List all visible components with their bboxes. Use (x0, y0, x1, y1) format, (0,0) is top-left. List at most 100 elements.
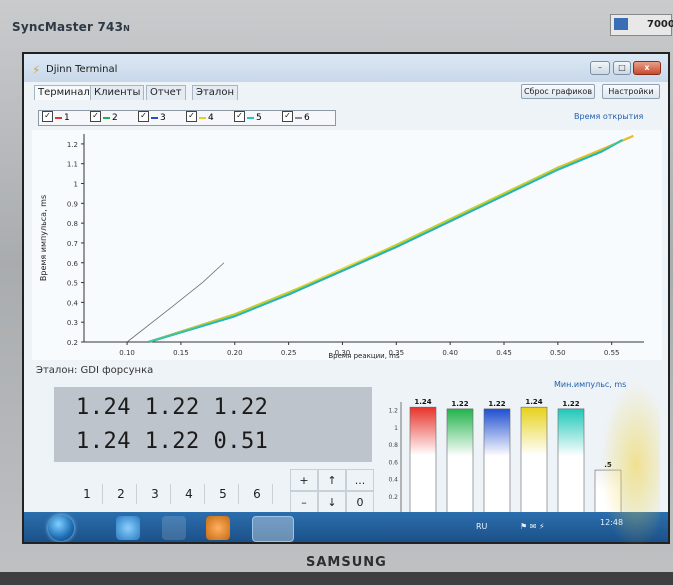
bar-5 (557, 408, 585, 515)
y-tick-label: 0.5 (67, 280, 78, 288)
series-swatch (247, 116, 254, 119)
x-tick-label: 0.10 (119, 349, 135, 357)
bar-value-label: .5 (604, 461, 612, 469)
minimize-button[interactable]: – (590, 61, 610, 75)
series-toggle-bar: ✓ 1 ✓ 2 ✓ 3 ✓ 4 ✓ 5 ✓ 6 (38, 110, 336, 126)
y-axis-label: Время импульса, ms (39, 195, 48, 281)
injector-button-1[interactable]: 1 (72, 484, 103, 504)
y-tick-label: 0.8 (67, 220, 78, 228)
x-tick-label: 0.55 (604, 349, 620, 357)
more-button[interactable]: ... (346, 469, 374, 491)
series-swatch (199, 116, 206, 119)
injector-button-4[interactable]: 4 (174, 484, 205, 504)
y-tick-label: 0.6 (67, 260, 79, 268)
language-indicator[interactable]: RU (476, 522, 487, 531)
bar-y-tick-label: 0.8 (388, 442, 398, 449)
arrow-down-icon[interactable]: ↓ (318, 491, 346, 513)
x-tick-label: 0.20 (227, 349, 243, 357)
injector-button-2[interactable]: 2 (106, 484, 137, 504)
series-swatch (103, 116, 110, 119)
arrow-up-icon[interactable]: ↑ (318, 469, 346, 491)
y-tick-label: 1 (74, 181, 78, 189)
bar-value-label: 1.22 (562, 400, 579, 408)
tab-clients[interactable]: Клиенты (90, 85, 145, 100)
zoom-out-button[interactable]: – (290, 491, 318, 513)
checkbox-icon[interactable]: ✓ (90, 111, 101, 122)
series-swatch (295, 116, 302, 119)
media-player-icon[interactable] (206, 516, 230, 540)
injector-button-6[interactable]: 6 (242, 484, 273, 504)
tray-icons: ⚑ ✉ ⚡ (520, 522, 545, 531)
reset-zero-button[interactable]: 0 (346, 491, 374, 513)
x-tick-label: 0.50 (550, 349, 566, 357)
bar-y-tick-label: 0.6 (388, 459, 398, 466)
start-button[interactable] (48, 515, 74, 541)
checkbox-icon[interactable]: ✓ (186, 111, 197, 122)
injector-button-5[interactable]: 5 (208, 484, 239, 504)
sticker-badge: 7000 (610, 14, 673, 36)
checkbox-icon[interactable]: ✓ (42, 111, 53, 122)
series-toggle-4[interactable]: ✓ 4 (186, 111, 214, 124)
bar-y-tick-label: 0.4 (388, 477, 398, 484)
checkbox-icon[interactable]: ✓ (234, 111, 245, 122)
monitor-stand (0, 572, 673, 585)
series-toggle-1[interactable]: ✓ 1 (42, 111, 70, 124)
bar-y-tick-label: 0.2 (388, 494, 398, 501)
close-button[interactable]: x (633, 61, 661, 75)
taskbar: RU ⚑ ✉ ⚡ 12:48 (24, 512, 668, 542)
bar-3 (483, 408, 511, 515)
etalon-label: Эталон: GDI форсунка (36, 365, 154, 376)
window-titlebar: ⚡ Djinn Terminal – □ x (24, 54, 668, 82)
y-tick-label: 0.3 (67, 319, 78, 327)
y-tick-label: 1.1 (67, 161, 78, 169)
series-toggle-5[interactable]: ✓ 5 (234, 111, 262, 124)
screen: ⚡ Djinn Terminal – □ x Терминал Клиенты … (22, 52, 670, 544)
bar-value-label: 1.22 (488, 400, 505, 408)
bar-4 (520, 406, 548, 515)
monitor-model: SyncMaster 743N (12, 20, 131, 34)
line-chart: 0.10 0.15 0.20 0.25 0.30 0.35 0.40 0.45 0.50 0.55… (32, 130, 662, 360)
brand-logo: SAMSUNG (306, 555, 387, 570)
maximize-button[interactable]: □ (613, 61, 631, 75)
readout-row-2: 1.24 1.22 0.51 (76, 429, 269, 454)
y-tick-label: 0.2 (67, 339, 78, 347)
x-tick-label: 0.15 (173, 349, 189, 357)
bar-chart: 1.2 1 0.8 0.6 0.4 0.2 1.24 1.22 1.22 1.24 1.22 .5 (388, 398, 622, 515)
lightning-icon: ⚡ (32, 63, 41, 77)
checkbox-icon[interactable]: ✓ (138, 111, 149, 122)
y-tick-label: 1.2 (67, 141, 78, 149)
settings-button[interactable]: Настройки (602, 84, 660, 99)
x-tick-label: 0.25 (281, 349, 297, 357)
series-toggle-2[interactable]: ✓ 2 (90, 111, 118, 124)
y-tick-label: 0.4 (67, 299, 79, 307)
y-tick-label: 0.7 (67, 240, 78, 248)
readout-panel: 1.24 1.22 1.22 1.24 1.22 0.51 (54, 387, 372, 462)
checkbox-icon[interactable]: ✓ (282, 111, 293, 122)
zoom-in-button[interactable]: + (290, 469, 318, 491)
readout-row-1: 1.24 1.22 1.22 (76, 395, 269, 420)
chart-title: Время открытия (574, 112, 644, 121)
y-tick-label: 0.9 (67, 200, 78, 208)
reset-charts-button[interactable]: Сброс графиков (521, 84, 595, 99)
bar-value-label: 1.24 (414, 398, 431, 406)
window-title: Djinn Terminal (46, 64, 118, 75)
x-tick-label: 0.45 (496, 349, 512, 357)
browser-icon[interactable] (116, 516, 140, 540)
bar-y-tick-label: 1 (394, 425, 398, 432)
bar-value-label: 1.22 (451, 400, 468, 408)
tab-terminal[interactable]: Терминал (34, 85, 94, 100)
injector-button-3[interactable]: 3 (140, 484, 171, 504)
bar-2 (446, 408, 474, 515)
series-toggle-6[interactable]: ✓ 6 (282, 111, 310, 124)
tab-report[interactable]: Отчет (146, 85, 186, 100)
folder-icon[interactable] (162, 516, 186, 540)
bar-1 (409, 406, 437, 515)
series-toggle-3[interactable]: ✓ 3 (138, 111, 166, 124)
djinn-task-icon[interactable] (252, 516, 294, 542)
bar-y-tick-label: 1.2 (388, 408, 398, 415)
series-swatch (151, 116, 158, 119)
bar-6 (594, 469, 622, 515)
clock[interactable]: 12:48 (600, 518, 623, 527)
series-swatch (55, 116, 62, 119)
tab-etalon[interactable]: Эталон (192, 85, 238, 100)
